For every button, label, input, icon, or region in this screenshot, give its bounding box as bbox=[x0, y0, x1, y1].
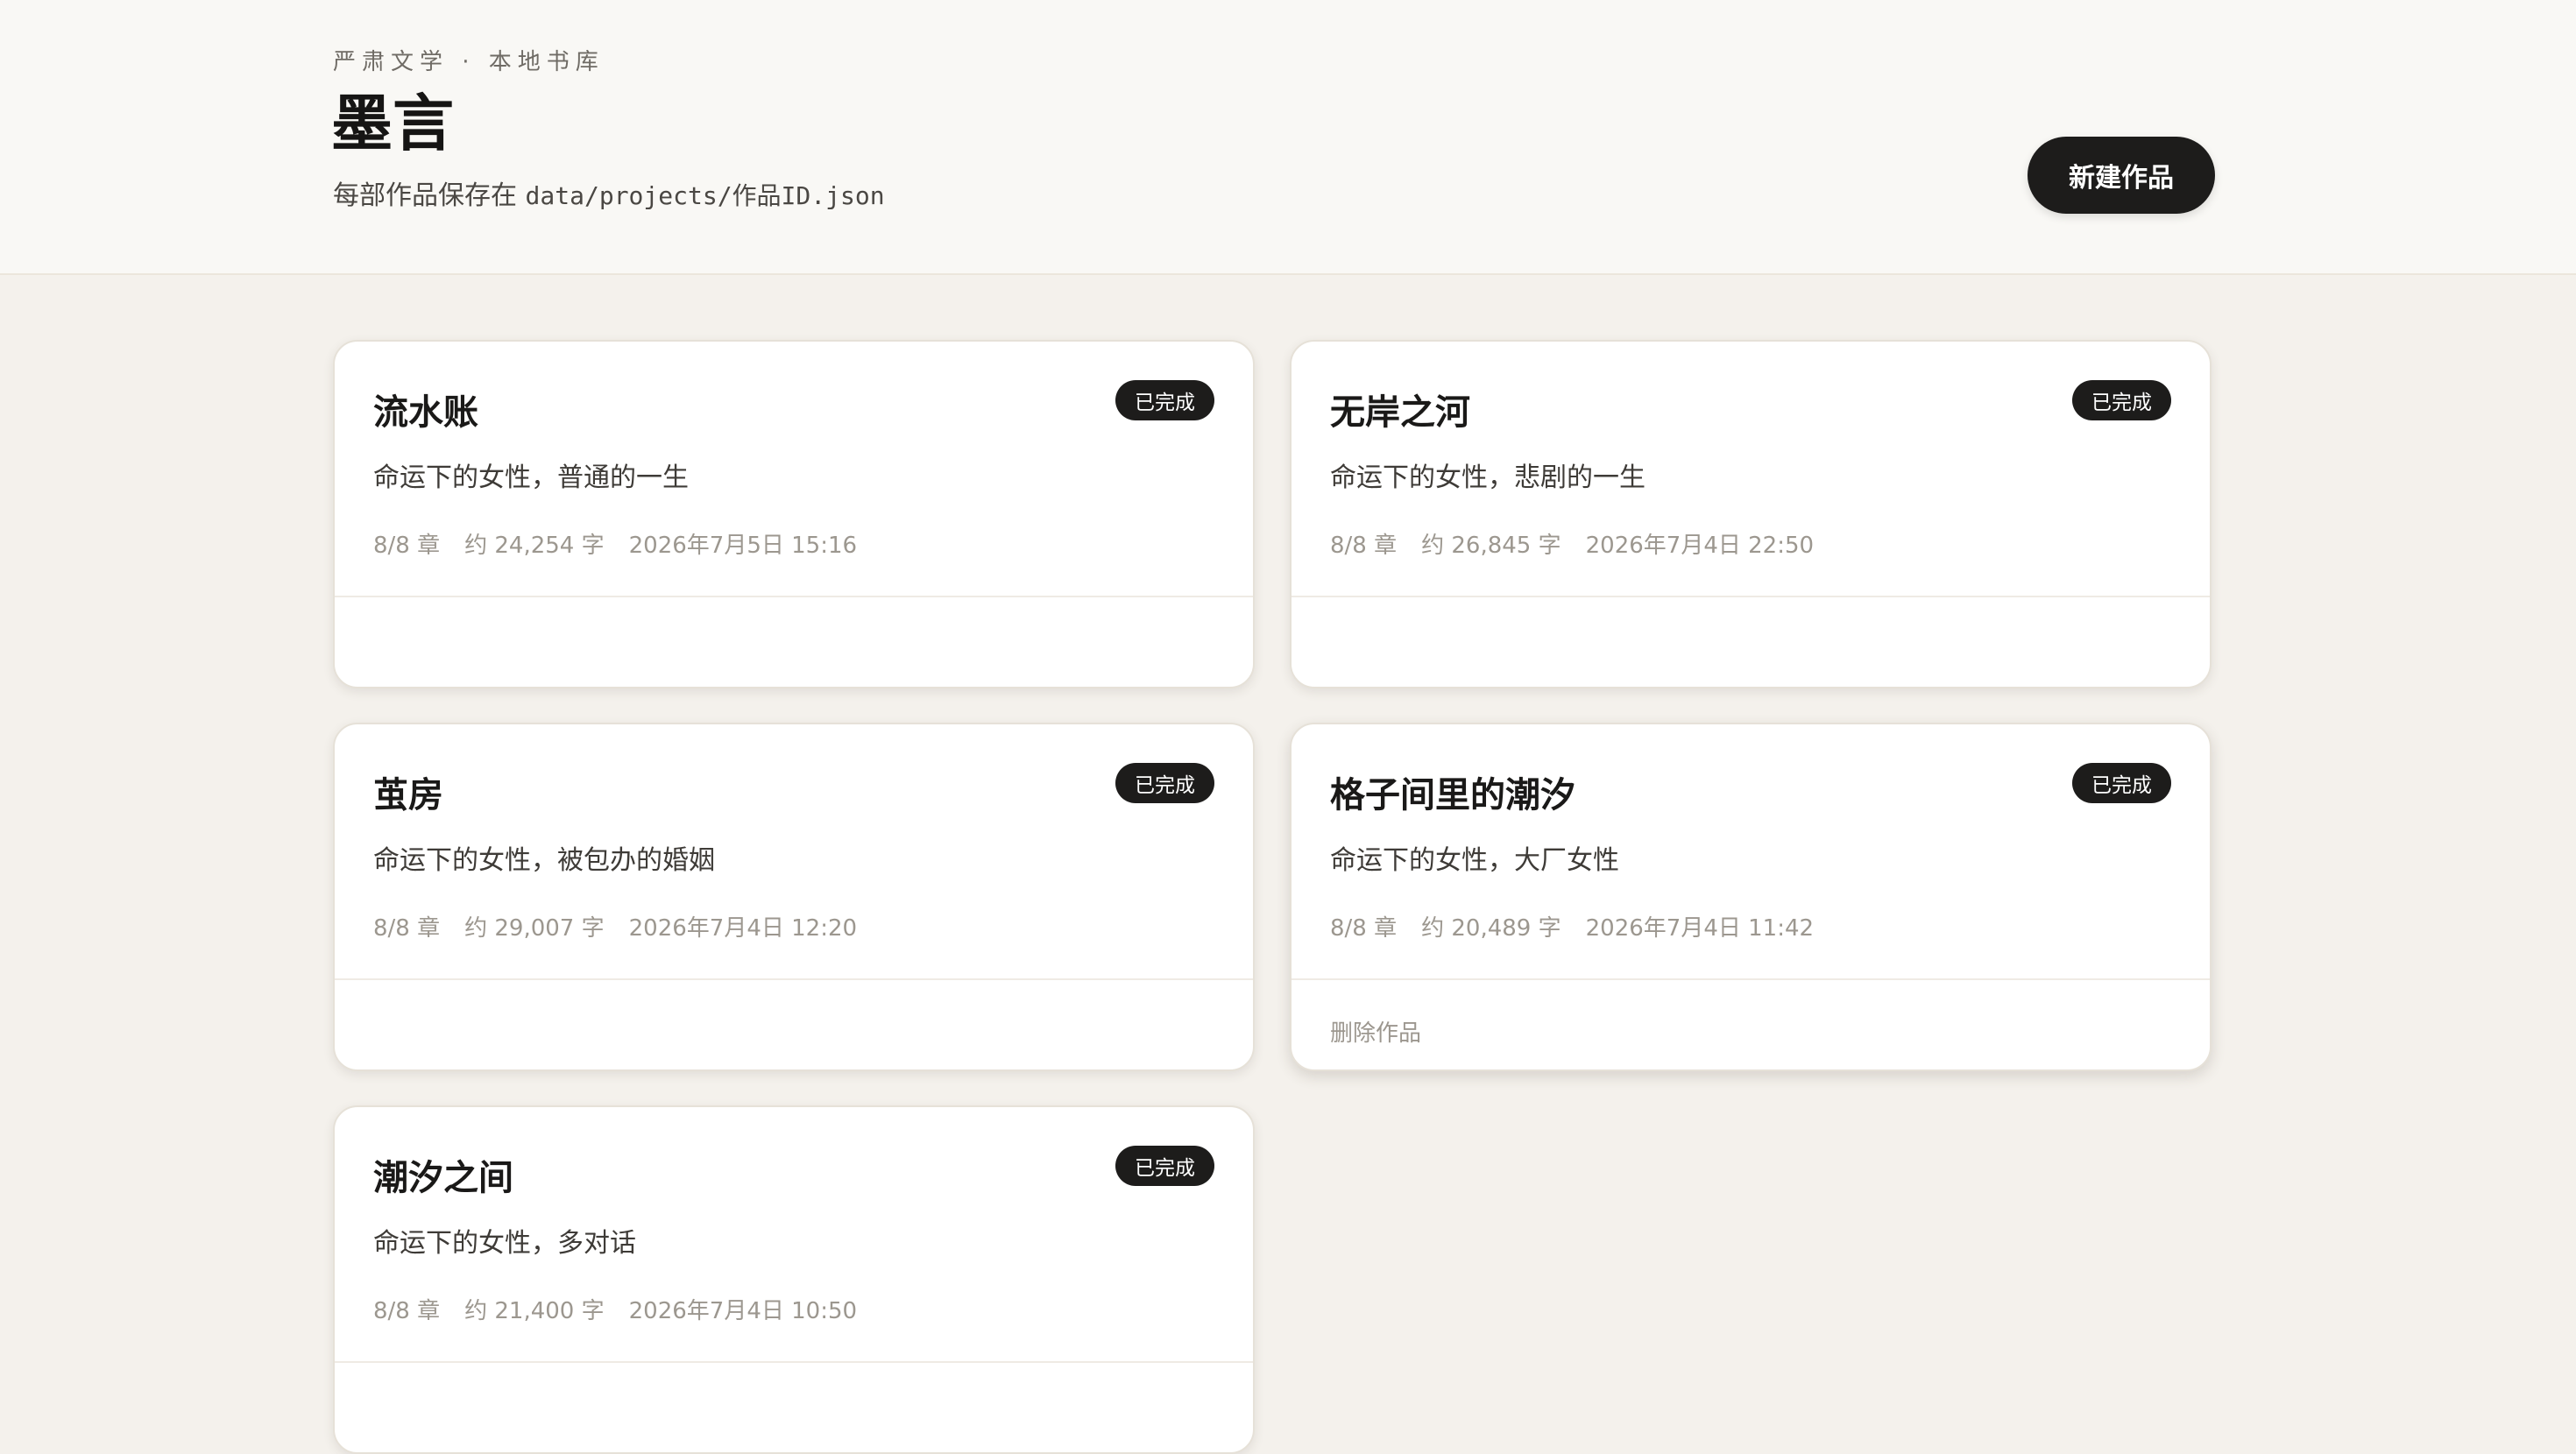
storage-hint-text: 每部作品保存在 bbox=[333, 180, 526, 211]
chapter-count: 8/8 章 bbox=[373, 1298, 441, 1324]
word-count: 约 24,254 字 bbox=[464, 533, 605, 559]
storage-hint: 每部作品保存在 data/projects/作品ID.json bbox=[333, 173, 885, 212]
project-meta: 8/8 章 约 26,845 字 2026年7月4日 22:50 bbox=[1330, 527, 1814, 560]
project-title: 潮汐之间 bbox=[373, 1157, 513, 1198]
project-description: 命运下的女性，多对话 bbox=[373, 1228, 636, 1259]
updated-time: 2026年7月4日 11:42 bbox=[1585, 915, 1815, 942]
project-description: 命运下的女性，被包办的婚姻 bbox=[373, 845, 715, 876]
card-footer bbox=[335, 978, 1253, 1069]
chapter-count: 8/8 章 bbox=[1330, 533, 1398, 559]
project-meta: 8/8 章 约 29,007 字 2026年7月4日 12:20 bbox=[373, 910, 857, 942]
storage-path: data/projects/作品ID.json bbox=[525, 181, 885, 210]
status-badge: 已完成 bbox=[1115, 763, 1214, 803]
project-description: 命运下的女性，悲剧的一生 bbox=[1330, 462, 1645, 493]
project-meta: 8/8 章 约 20,489 字 2026年7月4日 11:42 bbox=[1330, 910, 1814, 942]
status-badge: 已完成 bbox=[1115, 380, 1214, 420]
project-card[interactable]: 无岸之河 已完成 命运下的女性，悲剧的一生 8/8 章 约 26,845 字 2… bbox=[1290, 340, 2212, 688]
card-footer bbox=[335, 1361, 1253, 1452]
card-footer bbox=[335, 596, 1253, 687]
status-badge: 已完成 bbox=[2072, 763, 2171, 803]
project-title: 无岸之河 bbox=[1330, 392, 1470, 433]
project-title: 茧房 bbox=[373, 774, 443, 815]
project-card[interactable]: 潮汐之间 已完成 命运下的女性，多对话 8/8 章 约 21,400 字 202… bbox=[333, 1105, 1255, 1454]
page-header: 严肃文学 · 本地书库 墨言 每部作品保存在 data/projects/作品I… bbox=[0, 0, 2576, 275]
card-footer: 删除作品 bbox=[1292, 978, 2210, 1069]
chapter-count: 8/8 章 bbox=[373, 533, 441, 559]
project-meta: 8/8 章 约 21,400 字 2026年7月4日 10:50 bbox=[373, 1293, 857, 1325]
word-count: 约 20,489 字 bbox=[1421, 915, 1561, 942]
project-card[interactable]: 流水账 已完成 命运下的女性，普通的一生 8/8 章 约 24,254 字 20… bbox=[333, 340, 1255, 688]
status-badge: 已完成 bbox=[1115, 1146, 1214, 1186]
page-title: 墨言 bbox=[331, 87, 454, 159]
project-title: 流水账 bbox=[373, 392, 478, 433]
project-description: 命运下的女性，普通的一生 bbox=[373, 462, 689, 493]
card-footer bbox=[1292, 596, 2210, 687]
project-meta: 8/8 章 约 24,254 字 2026年7月5日 15:16 bbox=[373, 527, 857, 560]
project-description: 命运下的女性，大厂女性 bbox=[1330, 845, 1619, 876]
word-count: 约 26,845 字 bbox=[1421, 533, 1561, 559]
delete-project-link[interactable]: 删除作品 bbox=[1330, 1015, 1421, 1048]
word-count: 约 29,007 字 bbox=[464, 915, 605, 942]
chapter-count: 8/8 章 bbox=[1330, 915, 1398, 942]
updated-time: 2026年7月4日 12:20 bbox=[628, 915, 858, 942]
updated-time: 2026年7月5日 15:16 bbox=[628, 533, 858, 559]
new-project-button[interactable]: 新建作品 bbox=[2028, 137, 2215, 214]
project-title: 格子间里的潮汐 bbox=[1330, 774, 1575, 815]
project-card[interactable]: 格子间里的潮汐 已完成 命运下的女性，大厂女性 8/8 章 约 20,489 字… bbox=[1290, 723, 2212, 1071]
project-card[interactable]: 茧房 已完成 命运下的女性，被包办的婚姻 8/8 章 约 29,007 字 20… bbox=[333, 723, 1255, 1071]
updated-time: 2026年7月4日 10:50 bbox=[628, 1298, 858, 1324]
updated-time: 2026年7月4日 22:50 bbox=[1585, 533, 1815, 559]
chapter-count: 8/8 章 bbox=[373, 915, 441, 942]
status-badge: 已完成 bbox=[2072, 380, 2171, 420]
library-eyebrow: 严肃文学 · 本地书库 bbox=[333, 49, 605, 75]
word-count: 约 21,400 字 bbox=[464, 1298, 605, 1324]
